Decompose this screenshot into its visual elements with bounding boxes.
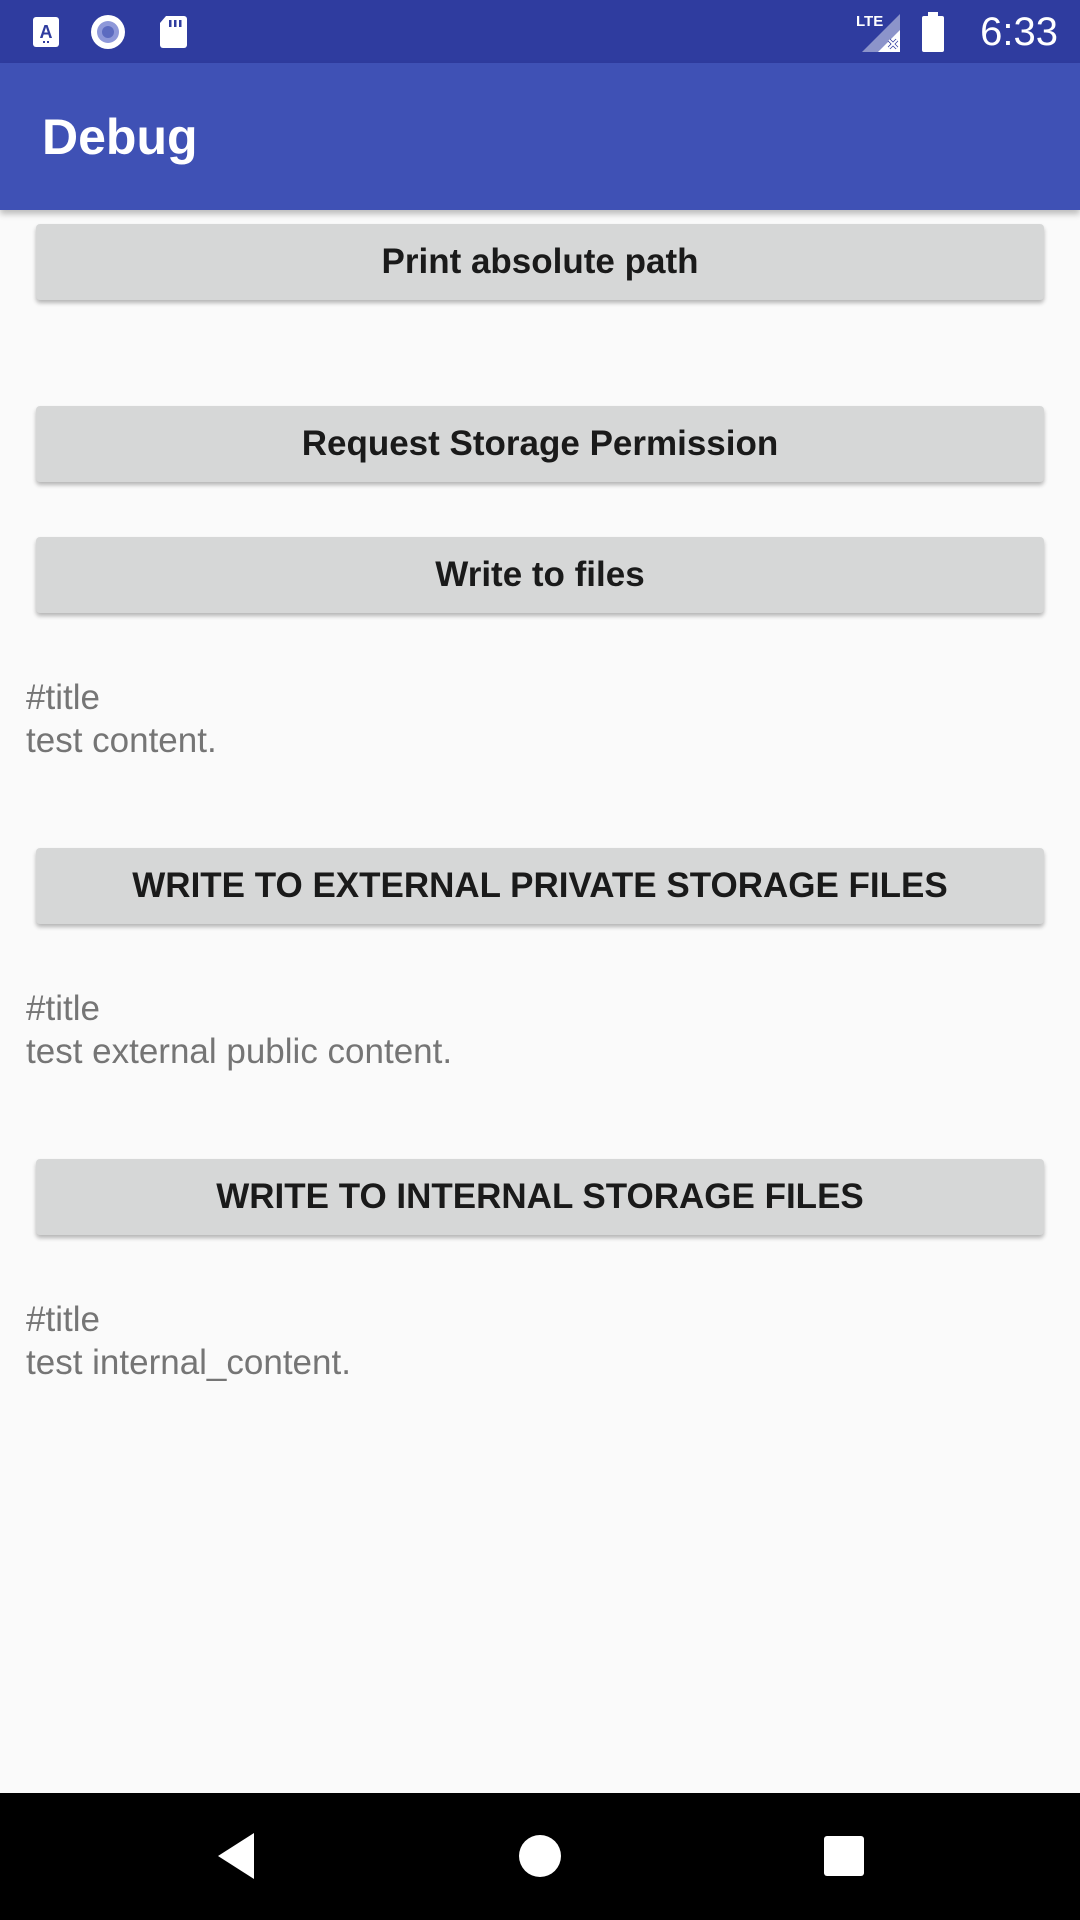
internal-output: #title test internal_content. — [26, 1298, 1026, 1384]
a-notification-icon: A — [33, 17, 59, 47]
print-absolute-path-button[interactable]: Print absolute path — [36, 224, 1044, 300]
back-icon[interactable] — [202, 1821, 272, 1891]
network-type-label: LTE — [856, 13, 883, 30]
svg-text:A: A — [40, 22, 53, 42]
battery-icon — [922, 12, 944, 52]
output-content: test external public content. — [26, 1032, 453, 1071]
output-content: test internal_content. — [26, 1343, 351, 1382]
recents-icon[interactable] — [809, 1821, 879, 1891]
main-content: Print absolute path Request Storage Perm… — [0, 210, 1080, 1793]
app-bar: Debug — [0, 63, 1080, 210]
home-icon[interactable] — [505, 1821, 575, 1891]
write-to-files-button[interactable]: Write to files — [36, 537, 1044, 613]
navigation-bar — [0, 1793, 1080, 1920]
write-external-private-storage-button[interactable]: WRITE TO EXTERNAL PRIVATE STORAGE FILES — [36, 848, 1044, 924]
circle-notification-icon — [91, 15, 125, 49]
external-output: #title test external public content. — [26, 987, 1026, 1073]
lte-signal-icon: LTE — [856, 13, 900, 52]
sd-card-icon — [160, 16, 187, 48]
output-title: #title — [26, 989, 100, 1028]
status-time: 6:33 — [980, 10, 1058, 54]
output-content: test content. — [26, 721, 217, 760]
write-internal-storage-button[interactable]: WRITE TO INTERNAL STORAGE FILES — [36, 1159, 1044, 1235]
screen: A LTE 6:33 Debug Print absolute path Req… — [0, 0, 1080, 1920]
request-storage-permission-button[interactable]: Request Storage Permission — [36, 406, 1044, 482]
write-files-output: #title test content. — [26, 676, 1026, 762]
output-title: #title — [26, 1300, 100, 1339]
app-title: Debug — [42, 109, 198, 165]
status-bar: A LTE 6:33 — [0, 0, 1080, 63]
output-title: #title — [26, 678, 100, 717]
